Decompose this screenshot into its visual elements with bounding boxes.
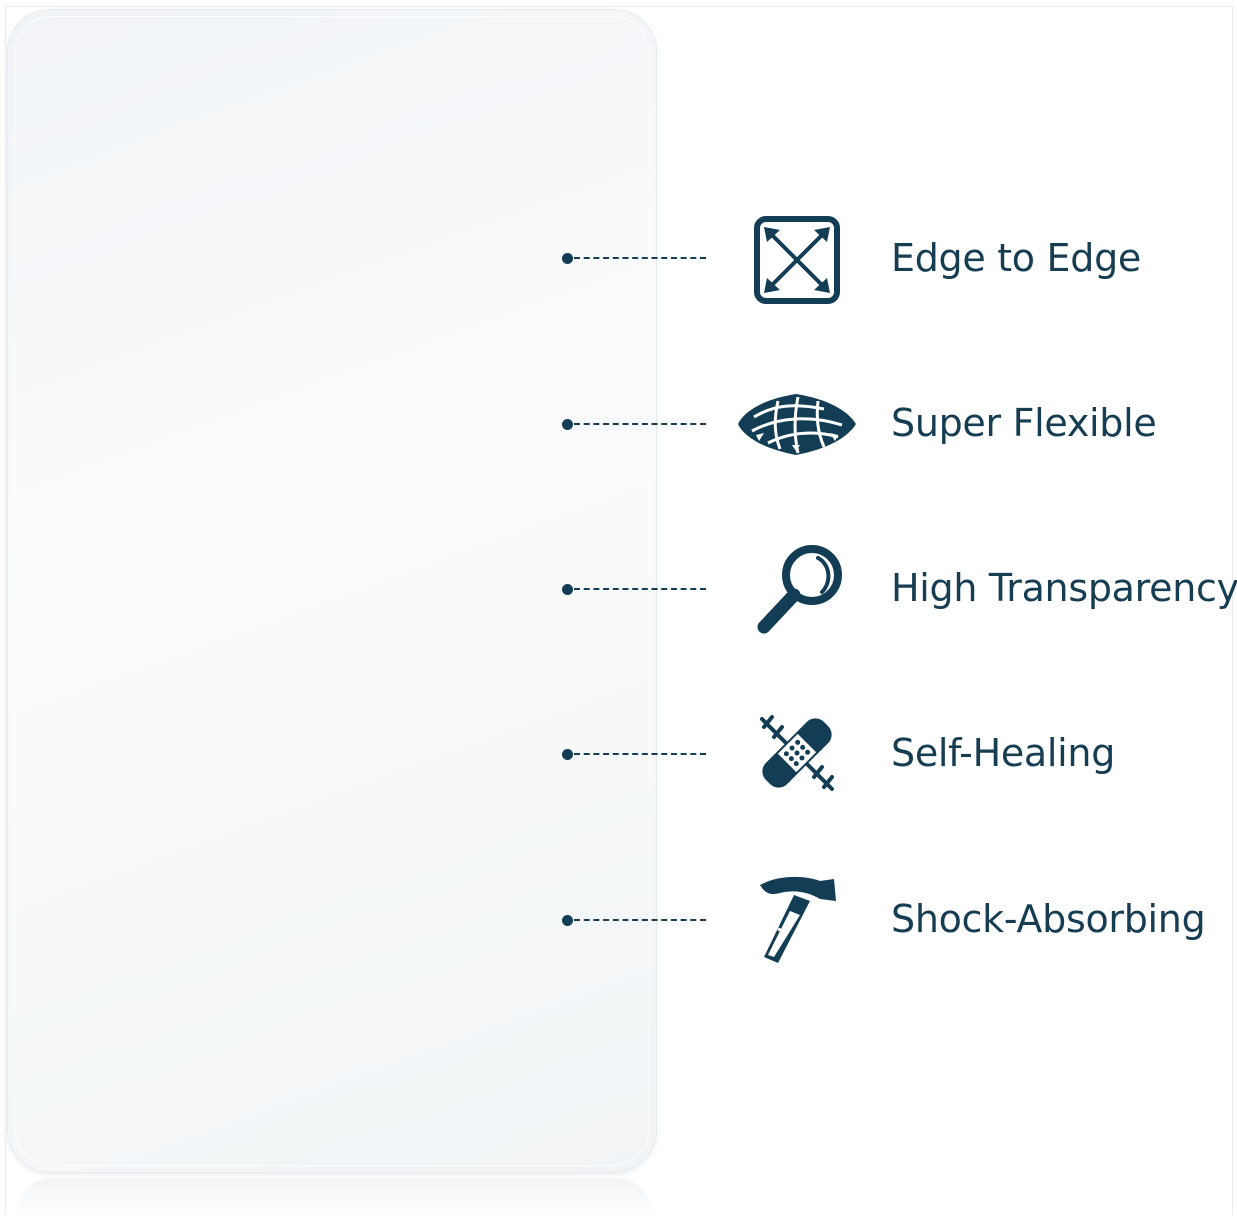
feature-self-healing: Self-Healing — [0, 705, 1237, 805]
feature-label: Shock-Absorbing — [891, 897, 1206, 941]
bandage-icon — [734, 705, 860, 801]
leader-line — [574, 919, 706, 921]
leader-dot — [562, 584, 573, 595]
protector-reflection — [16, 1178, 652, 1218]
leader-line — [574, 257, 706, 259]
feature-edge-to-edge: Edge to Edge — [0, 210, 1237, 310]
feature-label: Super Flexible — [891, 401, 1157, 445]
feature-shock-absorbing: Shock-Absorbing — [0, 871, 1237, 971]
leader-line — [574, 588, 706, 590]
leader-line — [574, 753, 706, 755]
leader-dot — [562, 915, 573, 926]
feature-label: Edge to Edge — [891, 236, 1141, 280]
feature-label: High Transparency — [891, 566, 1237, 610]
leader-dot — [562, 419, 573, 430]
feature-label: Self-Healing — [891, 731, 1116, 775]
magnifying-glass-icon — [734, 542, 860, 638]
leader-line — [574, 423, 706, 425]
feature-super-flexible: Super Flexible — [0, 375, 1237, 475]
expand-arrows-icon — [734, 212, 860, 308]
feature-high-transparency: High Transparency — [0, 540, 1237, 640]
leader-dot — [562, 253, 573, 264]
flexible-grid-cushion-icon — [734, 375, 860, 471]
leader-dot — [562, 749, 573, 760]
hammer-icon — [734, 871, 860, 967]
